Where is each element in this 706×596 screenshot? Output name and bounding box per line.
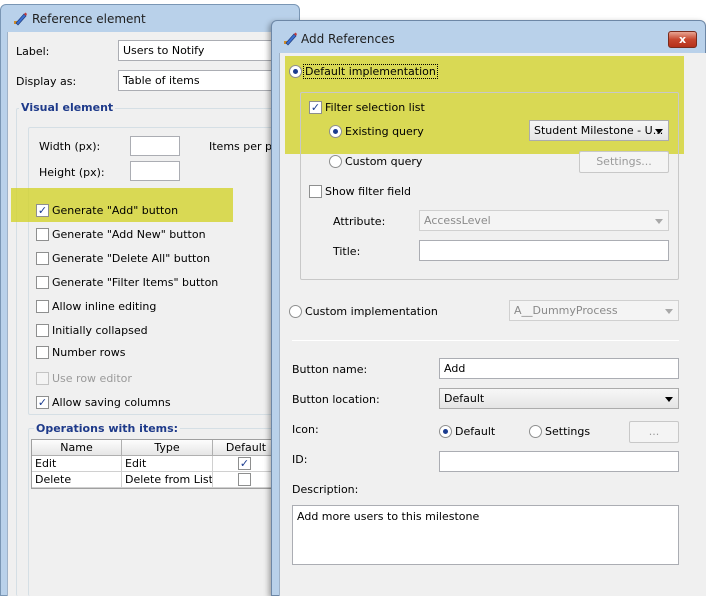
filter-selection-list-label: Filter selection list (325, 101, 425, 114)
allow-inline-editing-label: Allow inline editing (52, 300, 157, 313)
description-textarea[interactable]: Add more users to this milestone (292, 505, 679, 565)
column-header-default[interactable]: Default (213, 440, 279, 456)
dropdown-arrow-icon (665, 397, 673, 402)
table-row-delete-default[interactable] (213, 472, 279, 488)
icon-default-label: Default (455, 425, 496, 438)
custom-implementation-label: Custom implementation (305, 305, 438, 318)
custom-implementation-value: A__DummyProcess (514, 304, 618, 317)
allow-saving-columns-label: Allow saving columns (52, 396, 171, 409)
operations-table: Name Type Default Edit Edit ✓ Delete Del… (31, 439, 279, 489)
table-row-edit-name[interactable]: Edit (32, 456, 122, 472)
default-implementation-label: Default implementation (303, 64, 438, 79)
display-as-caption: Display as: (16, 75, 77, 88)
width-caption: Width (px): (39, 140, 101, 153)
dropdown-arrow-icon (655, 129, 663, 134)
visual-element-title: Visual element (19, 101, 116, 114)
label-input[interactable]: Users to Notify (118, 40, 278, 61)
column-header-name[interactable]: Name (32, 440, 122, 456)
generate-filter-items-label: Generate "Filter Items" button (52, 276, 219, 289)
generate-add-checkbox[interactable]: ✓ (36, 204, 49, 217)
icon-default-radio[interactable] (439, 425, 452, 438)
reference-element-title: Reference element (32, 12, 146, 26)
id-caption: ID: (292, 453, 308, 466)
close-button[interactable]: x (668, 31, 697, 48)
generate-filter-items-checkbox[interactable] (36, 276, 49, 289)
generate-delete-all-label: Generate "Delete All" button (52, 252, 211, 265)
number-rows-label: Number rows (52, 346, 126, 359)
display-as-value: Table of items (123, 74, 200, 87)
allow-saving-columns-checkbox[interactable]: ✓ (36, 396, 49, 409)
icon-caption: Icon: (292, 423, 319, 436)
button-name-caption: Button name: (292, 363, 368, 376)
custom-implementation-radio[interactable] (289, 305, 302, 318)
use-row-editor-checkbox (36, 372, 49, 385)
section-divider (292, 340, 679, 341)
generate-add-label: Generate "Add" button (52, 204, 179, 217)
attribute-select[interactable]: AccessLevel (419, 210, 669, 231)
width-input[interactable] (130, 136, 180, 156)
edit-pencil-icon (14, 12, 27, 26)
edit-default-checkbox[interactable]: ✓ (238, 457, 251, 470)
column-header-type[interactable]: Type (122, 440, 213, 456)
dropdown-arrow-icon (655, 219, 663, 224)
custom-query-label: Custom query (345, 155, 423, 168)
existing-query-select[interactable]: Student Milestone - U... (529, 120, 669, 141)
button-name-value: Add (444, 362, 466, 375)
label-input-value: Users to Notify (123, 44, 205, 57)
id-input[interactable] (439, 451, 679, 472)
show-filter-field-checkbox[interactable] (309, 185, 322, 198)
description-caption: Description: (292, 483, 359, 496)
use-row-editor-label: Use row editor (52, 372, 132, 385)
title-input[interactable] (419, 240, 669, 261)
table-row-edit-default[interactable]: ✓ (213, 456, 279, 472)
icon-settings-radio[interactable] (529, 425, 542, 438)
items-per-page-caption: Items per pa (209, 140, 279, 153)
icon-browse-button[interactable]: ... (629, 421, 679, 443)
filter-selection-list-checkbox[interactable]: ✓ (309, 101, 322, 114)
existing-query-value: Student Milestone - U... (534, 124, 664, 137)
custom-query-radio[interactable] (329, 155, 342, 168)
initially-collapsed-checkbox[interactable] (36, 324, 49, 337)
display-as-select[interactable]: Table of items (118, 70, 278, 91)
edit-pencil-icon (284, 32, 297, 46)
label-caption: Label: (16, 45, 50, 58)
existing-query-label: Existing query (345, 125, 424, 138)
custom-implementation-select[interactable]: A__DummyProcess (509, 300, 679, 321)
existing-query-radio[interactable] (329, 125, 342, 138)
allow-inline-editing-checkbox[interactable] (36, 300, 49, 313)
description-value: Add more users to this milestone (297, 510, 480, 523)
attribute-value: AccessLevel (424, 214, 491, 227)
attribute-caption: Attribute: (333, 215, 386, 228)
number-rows-checkbox[interactable] (36, 346, 49, 359)
initially-collapsed-label: Initially collapsed (52, 324, 148, 337)
settings-button[interactable]: Settings... (579, 151, 669, 173)
button-name-input[interactable]: Add (439, 358, 679, 379)
table-row-delete-name[interactable]: Delete (32, 472, 122, 488)
title-caption: Title: (333, 245, 361, 258)
close-icon: x (678, 33, 687, 46)
icon-settings-label: Settings (545, 425, 591, 438)
add-references-title: Add References (301, 32, 395, 46)
default-implementation-radio[interactable] (289, 65, 302, 78)
dropdown-arrow-icon (665, 309, 673, 314)
generate-add-new-label: Generate "Add New" button (52, 228, 206, 241)
table-row-edit-type[interactable]: Edit (122, 456, 213, 472)
height-input[interactable] (130, 161, 180, 181)
height-caption: Height (px): (39, 166, 105, 179)
show-filter-field-label: Show filter field (325, 185, 411, 198)
table-row-delete-type[interactable]: Delete from List (122, 472, 213, 488)
button-location-caption: Button location: (292, 393, 380, 406)
operations-title: Operations with items: (34, 422, 181, 435)
button-location-value: Default (444, 392, 485, 405)
button-location-select[interactable]: Default (439, 388, 679, 409)
generate-add-new-checkbox[interactable] (36, 228, 49, 241)
generate-delete-all-checkbox[interactable] (36, 252, 49, 265)
delete-default-checkbox[interactable] (238, 473, 251, 486)
